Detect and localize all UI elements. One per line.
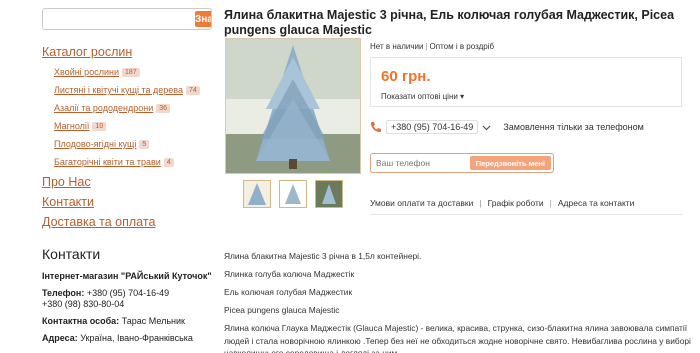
callback-form: Передзвоніть мені <box>370 153 554 173</box>
info-links: Умови оплати та доставки | Графік роботи… <box>370 198 635 208</box>
category-item: Плодово-ягідні кущі 5 <box>54 135 214 153</box>
divider <box>370 214 682 215</box>
thumbnail[interactable] <box>315 180 343 208</box>
product-description: Ялина блакитна Majestic 3 річна в 1,5л к… <box>224 250 694 353</box>
address-contacts-link[interactable]: Адреса та контакти <box>558 198 635 208</box>
description-paragraph: Picea pungens glauca Majestic <box>224 305 340 315</box>
chevron-down-icon[interactable] <box>482 123 491 132</box>
category-item: Магнолії 10 <box>54 117 214 135</box>
address-label: Адреса: <box>42 333 78 343</box>
price: 60 грн. <box>381 68 431 85</box>
stock-status: Нет в наличии <box>370 42 424 51</box>
search-input[interactable] <box>43 9 193 29</box>
price-box: 60 грн. Показати оптові ціни ▾ <box>370 57 682 107</box>
caret-down-icon: ▾ <box>460 92 465 101</box>
category-item: Багаторічні квіти та трави 4 <box>54 153 214 171</box>
shop-name: Інтернет-магазин "РАЙський Куточок" <box>42 271 212 281</box>
sidebar-links: Про Нас Контакти Доставка та оплата <box>42 174 214 230</box>
category-count: 4 <box>163 157 174 167</box>
sale-type: Оптом і в роздріб <box>429 42 495 51</box>
category-link[interactable]: Магнолії <box>54 121 89 131</box>
category-list: Хвойні рослини 187 Листяні і квітучі кущі… <box>42 63 214 171</box>
contacts-link[interactable]: Контакти <box>42 194 214 210</box>
thumbnail[interactable] <box>243 180 271 208</box>
availability: Нет в наличии | Оптом і в роздріб <box>370 42 495 51</box>
callback-button[interactable]: Передзвоніть мені <box>469 156 551 170</box>
catalog-link[interactable]: Каталог рослин <box>42 44 214 60</box>
category-item: Листяні і квітучі кущі та дерева 74 <box>54 81 214 99</box>
product-phone[interactable]: +380 (95) 704-16-49 <box>386 120 479 134</box>
category-link[interactable]: Хвойні рослини <box>54 67 119 77</box>
contacts-heading: Контакти <box>42 246 101 262</box>
category-count: 36 <box>156 103 171 113</box>
description-paragraph: Ялинка голуба колюча Маджестік <box>224 269 355 279</box>
schedule-link[interactable]: Графік роботи <box>488 198 544 208</box>
phone-label: Телефон: <box>42 288 85 298</box>
sidebar: Знайти Каталог рослин Хвойні рослини187 … <box>42 8 214 234</box>
category-link[interactable]: Плодово-ягідні кущі <box>54 139 136 149</box>
category-item: Азалії та рододендрони 36 <box>54 99 214 117</box>
wholesale-prices-toggle[interactable]: Показати оптові ціни ▾ <box>381 92 464 101</box>
phone-icon <box>371 122 381 132</box>
payment-delivery-link[interactable]: Умови оплати та доставки <box>370 198 473 208</box>
callback-phone-input[interactable] <box>376 158 470 168</box>
search-box: Знайти <box>42 8 212 30</box>
product-image[interactable] <box>225 38 361 174</box>
category-link[interactable]: Листяні і квітучі кущі та дерева <box>54 85 183 95</box>
wholesale-link[interactable]: Показати оптові ціни <box>381 92 458 101</box>
description-paragraph: Ялина колюча Глаука Маджестік (Glauca Ma… <box>224 323 691 353</box>
product-title: Ялина блакитна Majestic 3 річна, Ель кол… <box>224 8 675 37</box>
category-link[interactable]: Багаторічні квіти та трави <box>54 157 161 167</box>
contacts-block: Інтернет-магазин "РАЙський Куточок" Теле… <box>42 271 217 350</box>
category-count: 10 <box>92 121 107 131</box>
phone-number: +380 (95) 704-16-49 <box>86 288 170 298</box>
category-count: 187 <box>121 67 140 77</box>
category-link[interactable]: Азалії та рододендрони <box>54 103 153 113</box>
tree-image <box>226 39 360 173</box>
thumbnail-strip <box>243 180 343 208</box>
thumbnail[interactable] <box>279 180 307 208</box>
category-count: 5 <box>139 139 150 149</box>
category-item: Хвойні рослини 187 <box>54 63 214 81</box>
person-label: Контактна особа: <box>42 316 120 326</box>
phone-note: Замовлення тільки за телефоном <box>503 122 644 132</box>
phone-row: +380 (95) 704-16-49 Замовлення тільки за… <box>370 120 644 134</box>
description-paragraph: Ялина блакитна Majestic 3 річна в 1,5л к… <box>224 251 422 261</box>
description-paragraph: Ель колючая голубая Маджестик <box>224 287 353 297</box>
address: Україна, Івано-Франківська <box>80 333 193 343</box>
delivery-link[interactable]: Доставка та оплата <box>42 214 214 230</box>
about-link[interactable]: Про Нас <box>42 174 214 190</box>
person-name: Тарас Мельник <box>121 316 185 326</box>
category-count: 74 <box>185 85 200 95</box>
search-button[interactable]: Знайти <box>195 11 211 27</box>
phone-number-2: +380 (98) 830-80-04 <box>42 299 125 309</box>
